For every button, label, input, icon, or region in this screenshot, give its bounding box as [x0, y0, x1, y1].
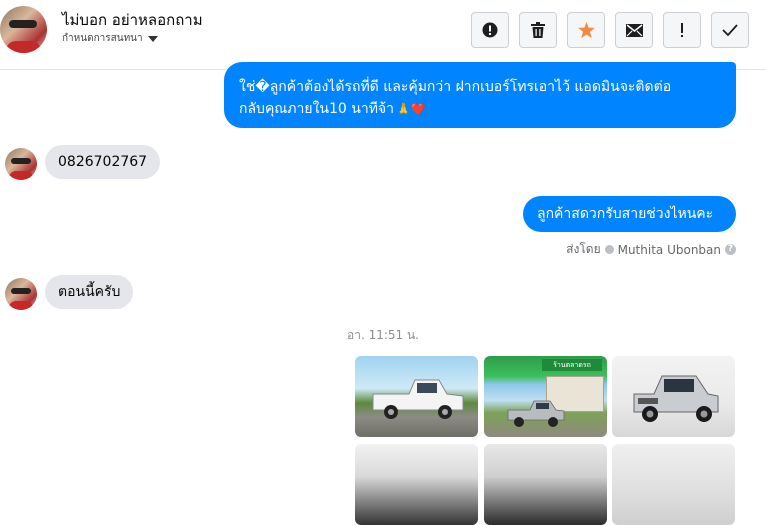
attachment-photo[interactable] — [612, 444, 735, 525]
truck-image — [507, 400, 565, 427]
emoji-text: 🙏❤️ — [395, 102, 426, 116]
schedule-label: กำหนดการสนทนา — [62, 33, 143, 44]
outgoing-message[interactable]: ใช่�ลูกค้าต้องได้รถที่ดี และคุ้มกว่า ฝาก… — [224, 62, 736, 128]
attachment-photo[interactable] — [484, 444, 607, 525]
message-line: กลับคุณภายใน10 นาทีจ้า — [239, 101, 394, 117]
star-button[interactable] — [567, 12, 605, 48]
delete-button[interactable] — [519, 12, 557, 48]
truck-image — [372, 379, 464, 419]
outgoing-message[interactable]: ลูกค้าสดวกรับสายช่วงไหนคะ — [523, 196, 736, 232]
message-timestamp: อา. 11:51 น. — [347, 328, 419, 342]
report-icon — [482, 22, 498, 38]
schedule-dropdown[interactable]: กำหนดการสนทนา — [62, 31, 158, 46]
alert-button[interactable] — [663, 12, 701, 48]
sent-by-indicator: ส่งโดย Muthita Ubonban ? — [566, 240, 736, 259]
attachment-photo[interactable] — [355, 444, 478, 525]
attachment-photo[interactable] — [355, 356, 478, 437]
incoming-message[interactable]: ตอนนี้ครับ — [45, 275, 134, 309]
message-line: ใช่�ลูกค้าต้องได้รถที่ดี และคุ้มกว่า ฝาก… — [239, 79, 672, 95]
report-button[interactable] — [471, 12, 509, 48]
conversation-header: ไม่บอก อย่าหลอกถาม กำหนดการสนทนา — [0, 0, 766, 70]
contact-avatar-small[interactable] — [5, 148, 37, 180]
attachment-photo[interactable]: ร้านตลาดรถ — [484, 356, 607, 437]
exclamation-icon — [681, 22, 683, 37]
star-icon — [577, 22, 595, 38]
contact-name[interactable]: ไม่บอก อย่าหลอกถาม — [62, 8, 203, 32]
sent-by-label: ส่งโดย — [566, 242, 601, 256]
caret-down-icon — [147, 35, 158, 42]
sender-name[interactable]: Muthita Ubonban — [618, 243, 721, 257]
help-icon[interactable]: ? — [725, 244, 736, 255]
contact-avatar[interactable] — [0, 6, 47, 53]
mail-icon — [625, 23, 643, 37]
attachment-photo[interactable] — [612, 356, 735, 437]
truck-image — [633, 375, 719, 422]
trash-icon — [531, 22, 545, 38]
check-circle-icon — [604, 245, 614, 254]
dealer-sign: ร้านตลาดรถ — [542, 359, 602, 371]
incoming-message[interactable]: 0826702767 — [45, 145, 161, 179]
check-icon — [722, 24, 738, 36]
done-button[interactable] — [711, 12, 749, 48]
mail-button[interactable] — [615, 12, 653, 48]
contact-avatar-small[interactable] — [5, 278, 37, 310]
